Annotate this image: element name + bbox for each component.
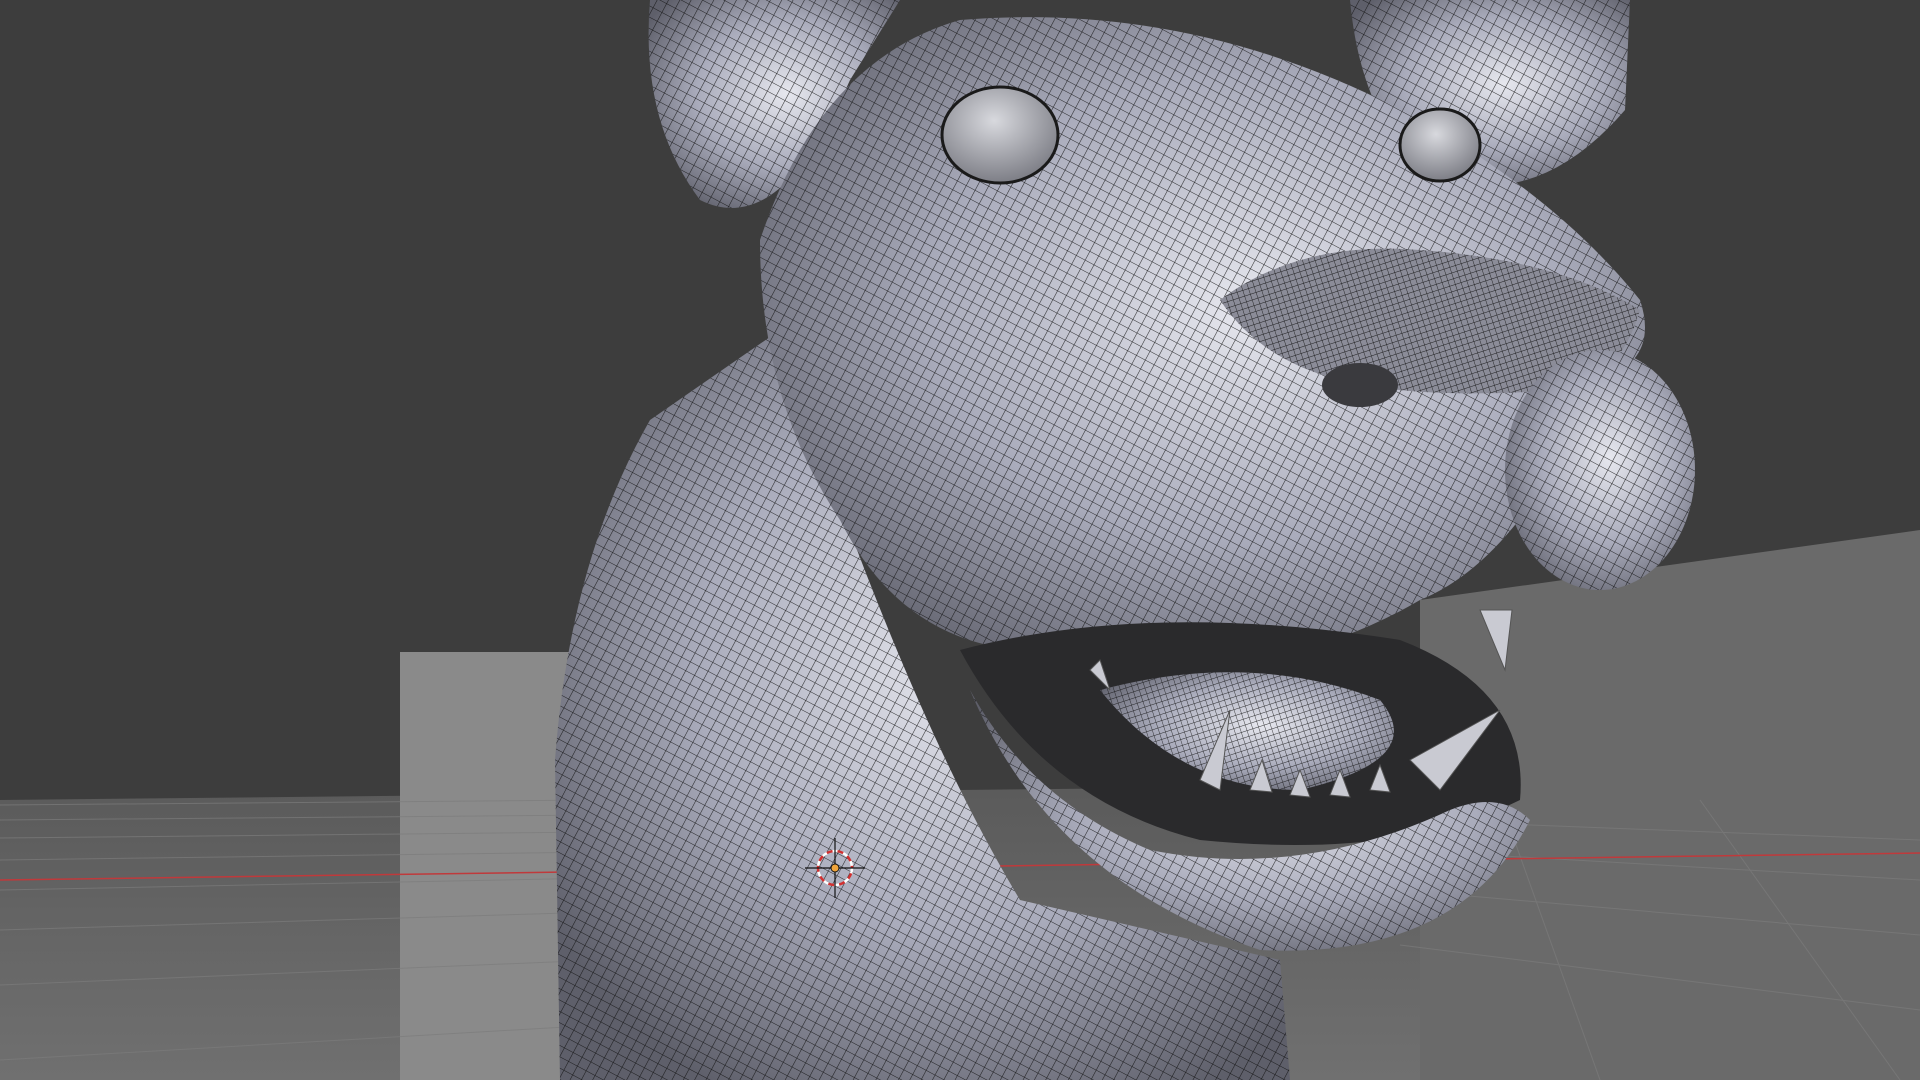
left-eye bbox=[940, 85, 1060, 185]
right-eye bbox=[1398, 107, 1482, 183]
3d-viewport[interactable] bbox=[0, 0, 1920, 1080]
